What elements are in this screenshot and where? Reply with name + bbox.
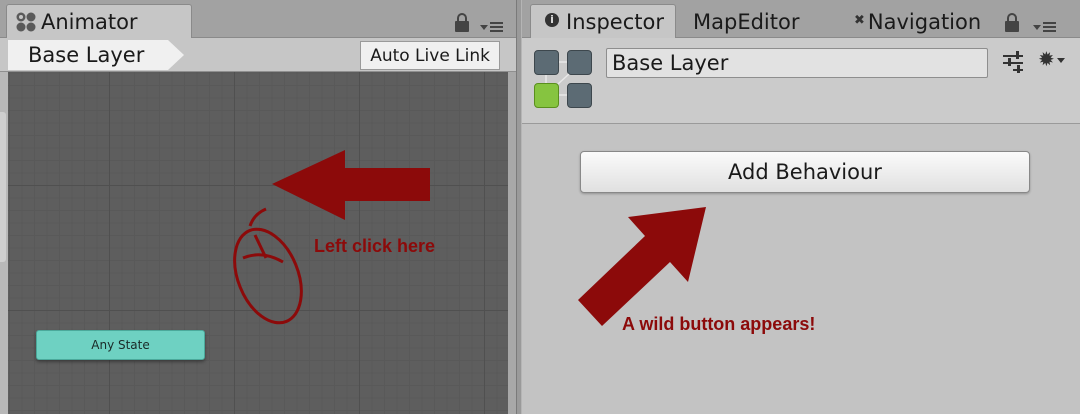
any-state-node[interactable]: Any State [36,330,205,360]
lock-icon[interactable] [455,13,469,32]
gear-icon[interactable]: ✹ [1038,48,1068,70]
layer-toolbar: Base Layer Auto Live Link [0,38,516,72]
auto-live-link-button[interactable]: Auto Live Link [360,41,500,70]
tab-mapeditor[interactable]: MapEditor [682,4,832,38]
tab-inspector[interactable]: i Inspector [530,4,676,38]
animator-tab-bar: Animator [0,0,516,38]
animator-panel: Animator Base Layer Auto Live Link Any S… [0,0,516,414]
tab-mapeditor-label: MapEditor [693,9,800,34]
layers-sidebar-edge[interactable] [0,72,8,414]
info-icon: i [545,12,559,27]
annotation-left-click: Left click here [314,236,436,256]
tab-navigation-label: Navigation [867,9,982,34]
settings-sliders-icon[interactable] [1003,50,1025,74]
inspector-panel: i Inspector MapEditor ✖ Navigation Base … [522,0,1080,414]
panel-menu-icon[interactable] [480,20,504,34]
animator-icon [15,11,37,33]
tab-inspector-label: Inspector [566,9,664,34]
tab-navigation[interactable]: ✖ Navigation [845,4,995,38]
breadcrumb[interactable]: Base Layer [8,40,184,70]
navigation-icon: ✖ [854,13,865,28]
annotation-wild-button: A wild button appears! [622,314,816,334]
inspector-tab-bar: i Inspector MapEditor ✖ Navigation [522,0,1080,38]
animator-layer-icon [534,50,594,110]
panel-menu-icon[interactable] [1033,20,1057,34]
tab-animator-label: Animator [41,9,138,34]
lock-icon[interactable] [1005,13,1019,32]
tab-animator[interactable]: Animator [6,4,192,38]
add-behaviour-button[interactable]: Add Behaviour [580,151,1030,193]
inspector-header: Base Layer ✹ [522,38,1080,124]
layer-name-field[interactable]: Base Layer [606,48,988,78]
